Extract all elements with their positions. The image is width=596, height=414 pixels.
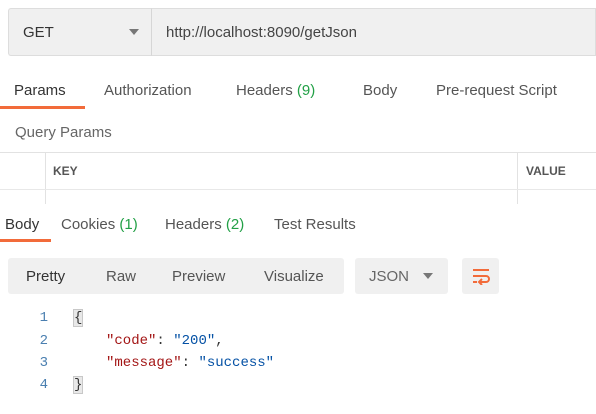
tab-authorization[interactable]: Authorization xyxy=(104,82,192,99)
tab-label: Params xyxy=(14,82,66,99)
response-tab-cookies[interactable]: Cookies (1) xyxy=(61,216,138,233)
tab-count: (2) xyxy=(225,216,245,233)
json-value: "200" xyxy=(173,333,216,349)
tab-label: Pre-request Script xyxy=(436,82,557,99)
query-params-title: Query Params xyxy=(15,124,112,141)
open-brace: { xyxy=(72,309,84,327)
active-tab-indicator xyxy=(0,106,85,109)
table-border xyxy=(0,189,596,190)
tab-label: Cookies xyxy=(61,216,116,233)
url-input[interactable]: http://localhost:8090/getJson xyxy=(151,8,596,56)
response-tab-headers[interactable]: Headers (2) xyxy=(165,216,244,233)
line-number: 4 xyxy=(39,377,48,393)
tab-count: (1) xyxy=(119,216,138,233)
json-sep: : xyxy=(181,355,199,371)
tab-headers[interactable]: Headers (9) xyxy=(236,82,315,99)
table-border xyxy=(0,152,596,153)
line-number: 1 xyxy=(39,310,48,326)
method-value: GET xyxy=(23,23,54,41)
tab-pre-request-script[interactable]: Pre-request Script xyxy=(436,82,557,99)
column-divider[interactable] xyxy=(517,152,518,204)
chevron-down-icon xyxy=(129,29,139,35)
tab-label: Authorization xyxy=(104,82,192,99)
tab-label: Headers xyxy=(236,82,293,99)
response-tab-body[interactable]: Body xyxy=(5,216,39,233)
format-select-value: JSON xyxy=(369,268,410,285)
code-line: } xyxy=(72,376,84,394)
chevron-down-icon xyxy=(423,273,433,279)
active-response-tab-indicator xyxy=(0,239,51,242)
line-number: 3 xyxy=(39,355,48,371)
column-header-key: KEY xyxy=(53,164,78,178)
view-mode-preview[interactable]: Preview xyxy=(172,268,225,285)
response-tab-test-results[interactable]: Test Results xyxy=(274,216,356,233)
tab-params[interactable]: Params xyxy=(14,82,66,99)
tab-count: (9) xyxy=(296,82,316,99)
code-line: "code": "200", xyxy=(106,333,224,349)
wrap-lines-button[interactable] xyxy=(462,258,499,294)
json-value: "success" xyxy=(198,355,275,371)
method-select[interactable]: GET xyxy=(8,8,151,56)
tab-label: Body xyxy=(5,216,40,233)
wrap-lines-icon xyxy=(472,269,490,285)
line-number: 2 xyxy=(39,333,48,349)
column-header-value: VALUE xyxy=(526,164,566,178)
json-sep: : xyxy=(156,333,174,349)
json-trail: , xyxy=(215,333,224,349)
json-key: "code" xyxy=(106,333,157,349)
column-divider xyxy=(45,152,46,204)
close-brace: } xyxy=(72,376,84,394)
code-line: "message": "success" xyxy=(106,355,274,371)
url-value: http://localhost:8090/getJson xyxy=(166,23,357,41)
tab-body[interactable]: Body xyxy=(363,82,397,99)
tab-label: Headers xyxy=(165,216,222,233)
json-key: "message" xyxy=(106,355,182,371)
code-line: { xyxy=(72,309,84,327)
view-mode-raw[interactable]: Raw xyxy=(106,268,136,285)
tab-label: Test Results xyxy=(274,216,356,233)
view-mode-pretty[interactable]: Pretty xyxy=(26,268,65,285)
view-mode-visualize[interactable]: Visualize xyxy=(264,268,324,285)
tab-label: Body xyxy=(363,82,398,99)
